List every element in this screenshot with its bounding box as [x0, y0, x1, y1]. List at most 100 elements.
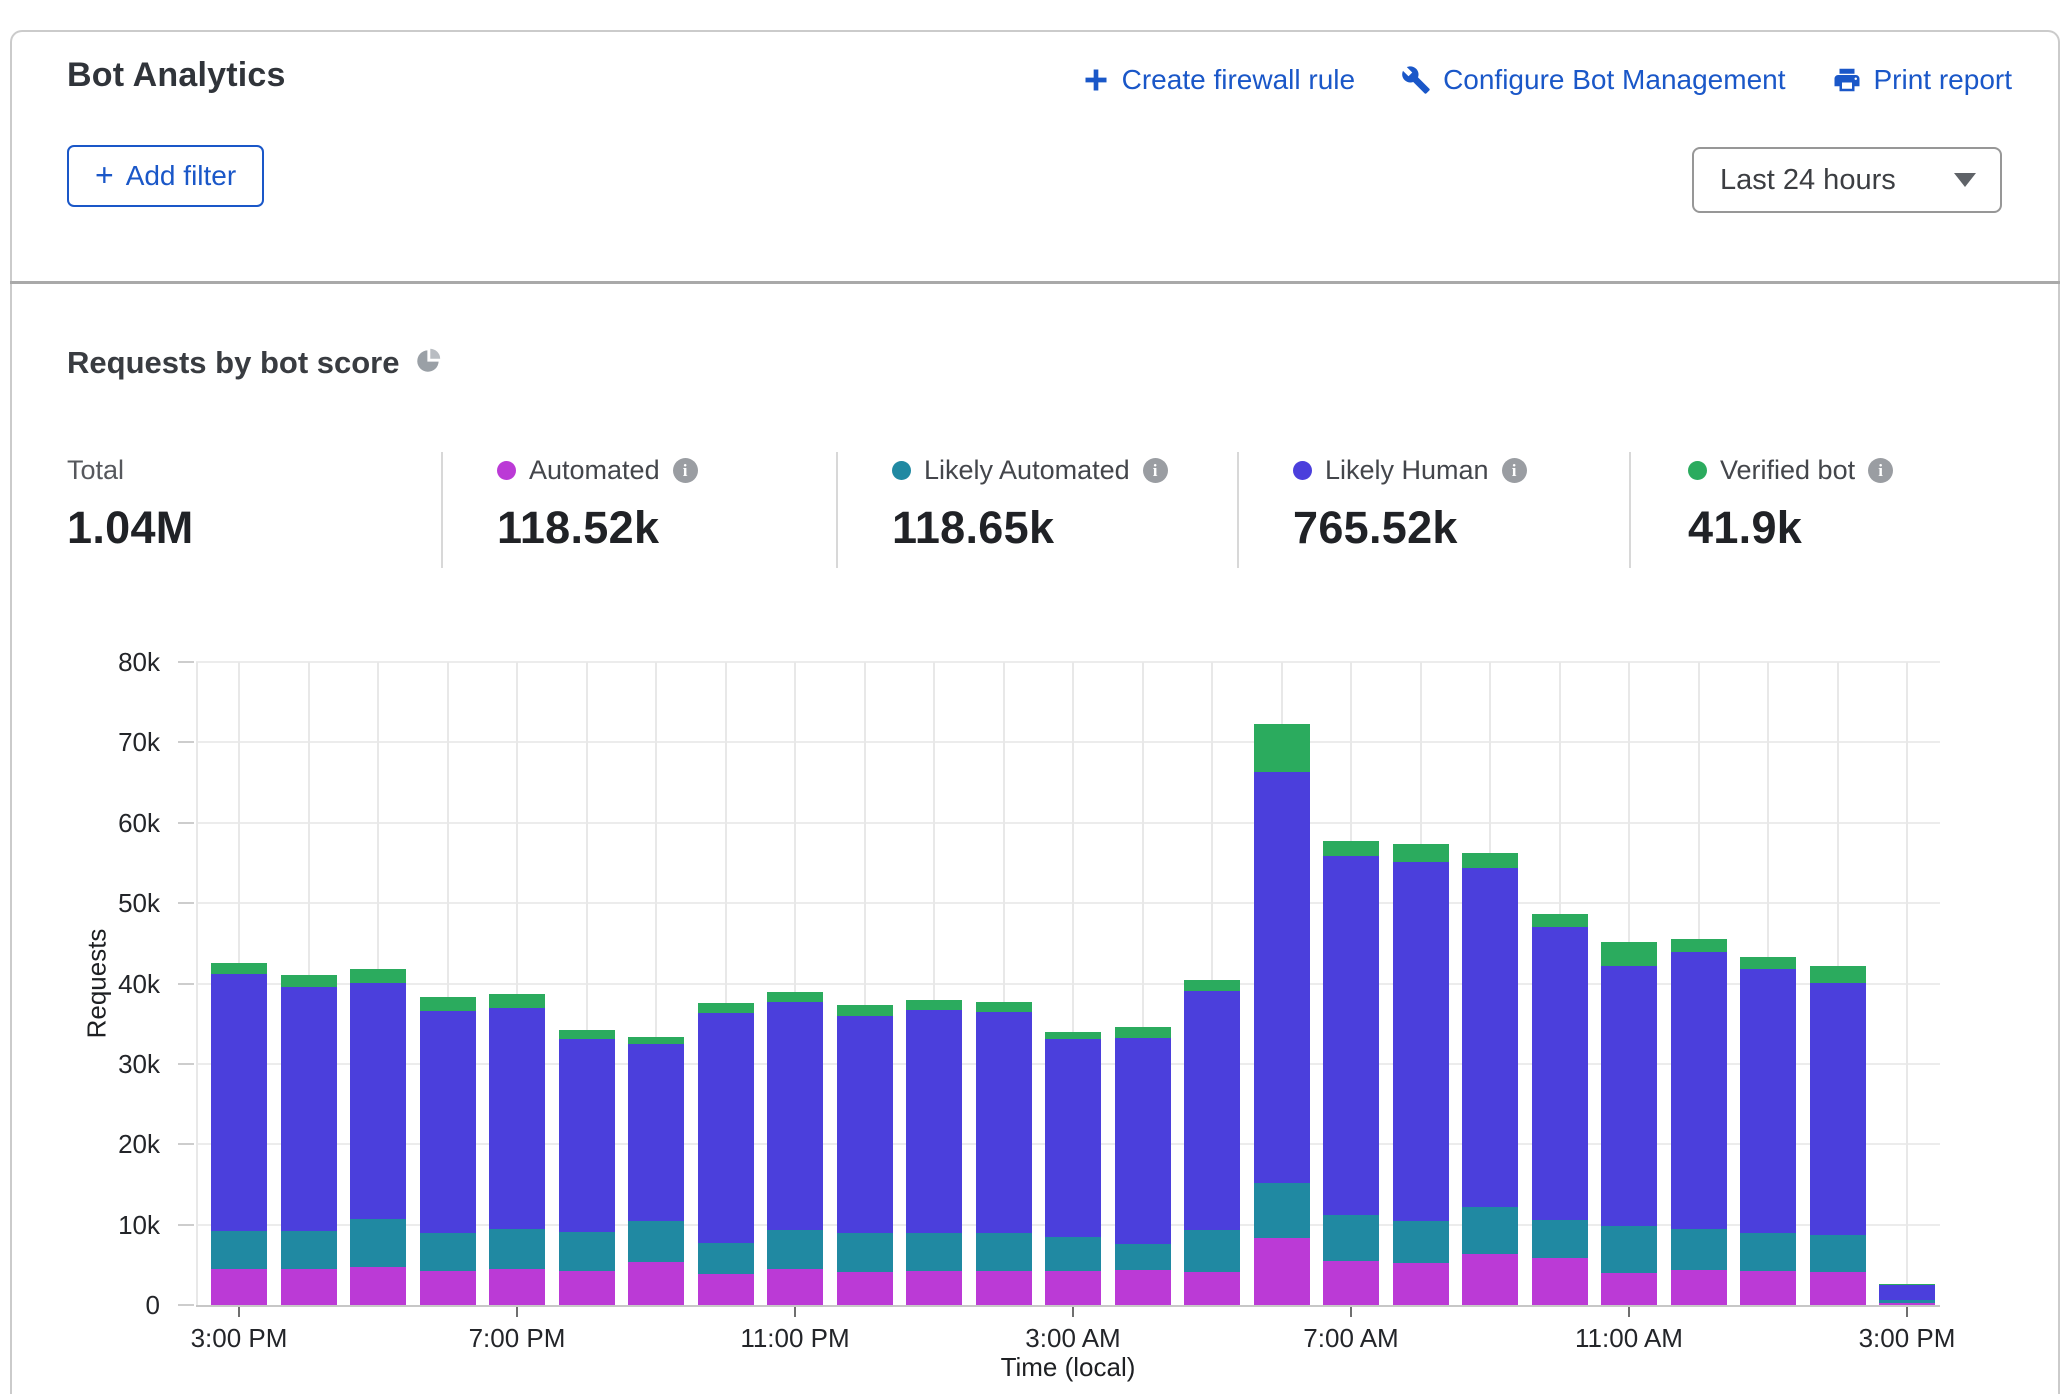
bar-segment-likely-human[interactable] — [1740, 969, 1796, 1233]
bar-segment-automated[interactable] — [1671, 1270, 1727, 1305]
bar-segment-automated[interactable] — [906, 1271, 962, 1305]
bar-segment-likely-automated[interactable] — [1671, 1229, 1727, 1270]
bar-segment-likely-human[interactable] — [1115, 1038, 1171, 1244]
stacked-bar[interactable] — [211, 662, 267, 1305]
stacked-bar[interactable] — [350, 662, 406, 1305]
stacked-bar[interactable] — [1393, 662, 1449, 1305]
bar-segment-automated[interactable] — [1393, 1263, 1449, 1305]
stacked-bar[interactable] — [1740, 662, 1796, 1305]
bar-segment-automated[interactable] — [698, 1274, 754, 1305]
bar-segment-verified-bot[interactable] — [1740, 957, 1796, 969]
bar-segment-automated[interactable] — [976, 1271, 1032, 1305]
bar-segment-automated[interactable] — [1254, 1238, 1310, 1305]
bar-segment-verified-bot[interactable] — [489, 994, 545, 1008]
stacked-bar[interactable] — [976, 662, 1032, 1305]
bar-segment-likely-automated[interactable] — [420, 1233, 476, 1272]
bar-segment-verified-bot[interactable] — [1393, 844, 1449, 862]
create-firewall-rule-link[interactable]: Create firewall rule — [1082, 64, 1355, 96]
bar-segment-automated[interactable] — [1462, 1254, 1518, 1305]
bar-segment-verified-bot[interactable] — [1462, 853, 1518, 867]
bar-segment-likely-automated[interactable] — [559, 1232, 615, 1271]
bar-segment-likely-human[interactable] — [1254, 772, 1310, 1183]
bar-segment-likely-automated[interactable] — [628, 1221, 684, 1263]
bar-segment-likely-human[interactable] — [1323, 856, 1379, 1215]
bar-segment-verified-bot[interactable] — [1532, 914, 1588, 927]
bar-segment-verified-bot[interactable] — [1671, 939, 1727, 953]
bar-segment-likely-human[interactable] — [211, 974, 267, 1231]
stacked-bar[interactable] — [1671, 662, 1727, 1305]
stacked-bar[interactable] — [281, 662, 337, 1305]
bar-segment-likely-human[interactable] — [420, 1011, 476, 1233]
bar-segment-likely-human[interactable] — [1532, 927, 1588, 1220]
bar-segment-likely-human[interactable] — [767, 1002, 823, 1230]
bar-segment-verified-bot[interactable] — [1115, 1027, 1171, 1038]
bar-segment-likely-human[interactable] — [1393, 862, 1449, 1220]
bar-segment-automated[interactable] — [767, 1269, 823, 1305]
bar-segment-likely-human[interactable] — [1045, 1039, 1101, 1237]
bar-segment-likely-human[interactable] — [976, 1012, 1032, 1233]
stacked-bar[interactable] — [420, 662, 476, 1305]
bar-segment-automated[interactable] — [420, 1271, 476, 1305]
bar-segment-likely-human[interactable] — [1601, 966, 1657, 1226]
bar-segment-likely-human[interactable] — [1879, 1285, 1935, 1300]
bar-segment-automated[interactable] — [350, 1267, 406, 1305]
bar-segment-verified-bot[interactable] — [350, 969, 406, 983]
stacked-bar[interactable] — [1045, 662, 1101, 1305]
stacked-bar[interactable] — [1254, 662, 1310, 1305]
bar-segment-verified-bot[interactable] — [698, 1003, 754, 1013]
stacked-bar[interactable] — [698, 662, 754, 1305]
bar-segment-verified-bot[interactable] — [837, 1005, 893, 1015]
bar-segment-verified-bot[interactable] — [906, 1000, 962, 1010]
bar-segment-likely-automated[interactable] — [211, 1231, 267, 1269]
bar-segment-likely-automated[interactable] — [1393, 1221, 1449, 1264]
bar-segment-likely-human[interactable] — [698, 1013, 754, 1243]
bar-segment-verified-bot[interactable] — [559, 1030, 615, 1039]
bar-segment-verified-bot[interactable] — [211, 963, 267, 974]
bar-segment-likely-human[interactable] — [906, 1010, 962, 1233]
stacked-bar[interactable] — [837, 662, 893, 1305]
stacked-bar[interactable] — [1879, 662, 1935, 1305]
bar-segment-likely-automated[interactable] — [1740, 1233, 1796, 1272]
bar-segment-likely-human[interactable] — [489, 1008, 545, 1230]
bar-segment-automated[interactable] — [1532, 1258, 1588, 1305]
bar-segment-automated[interactable] — [559, 1271, 615, 1305]
print-report-link[interactable]: Print report — [1832, 64, 2013, 96]
stacked-bar[interactable] — [1184, 662, 1240, 1305]
bar-segment-likely-human[interactable] — [559, 1039, 615, 1232]
bar-segment-likely-automated[interactable] — [1323, 1215, 1379, 1261]
stacked-bar[interactable] — [1115, 662, 1171, 1305]
bar-segment-likely-automated[interactable] — [976, 1233, 1032, 1271]
bar-segment-verified-bot[interactable] — [420, 997, 476, 1011]
stacked-bar[interactable] — [1323, 662, 1379, 1305]
time-range-dropdown[interactable]: Last 24 hours — [1692, 147, 2002, 213]
bar-segment-verified-bot[interactable] — [1184, 980, 1240, 991]
bar-segment-likely-automated[interactable] — [1184, 1230, 1240, 1272]
info-icon[interactable]: i — [1868, 458, 1893, 483]
bar-segment-automated[interactable] — [211, 1269, 267, 1305]
bar-segment-automated[interactable] — [1810, 1272, 1866, 1305]
bar-segment-automated[interactable] — [1323, 1261, 1379, 1305]
stacked-bar[interactable] — [1601, 662, 1657, 1305]
bar-segment-automated[interactable] — [1879, 1303, 1935, 1305]
bar-segment-verified-bot[interactable] — [767, 992, 823, 1002]
bar-segment-likely-automated[interactable] — [489, 1229, 545, 1268]
bar-segment-likely-automated[interactable] — [1532, 1220, 1588, 1259]
bar-segment-likely-human[interactable] — [1184, 991, 1240, 1231]
bar-segment-verified-bot[interactable] — [281, 975, 337, 987]
bar-segment-automated[interactable] — [837, 1272, 893, 1305]
stacked-bar[interactable] — [906, 662, 962, 1305]
bar-segment-likely-automated[interactable] — [1115, 1244, 1171, 1271]
bar-segment-verified-bot[interactable] — [1045, 1032, 1101, 1039]
bar-segment-verified-bot[interactable] — [1810, 966, 1866, 983]
info-icon[interactable]: i — [1143, 458, 1168, 483]
bar-segment-likely-automated[interactable] — [1045, 1237, 1101, 1272]
info-icon[interactable]: i — [673, 458, 698, 483]
bar-segment-likely-automated[interactable] — [837, 1233, 893, 1272]
bar-segment-automated[interactable] — [1115, 1270, 1171, 1305]
configure-bot-management-link[interactable]: Configure Bot Management — [1401, 64, 1785, 96]
bar-segment-likely-automated[interactable] — [1810, 1235, 1866, 1272]
bar-segment-likely-human[interactable] — [350, 983, 406, 1219]
bar-segment-automated[interactable] — [489, 1269, 545, 1305]
bar-segment-likely-human[interactable] — [628, 1044, 684, 1221]
bar-segment-automated[interactable] — [1601, 1273, 1657, 1305]
